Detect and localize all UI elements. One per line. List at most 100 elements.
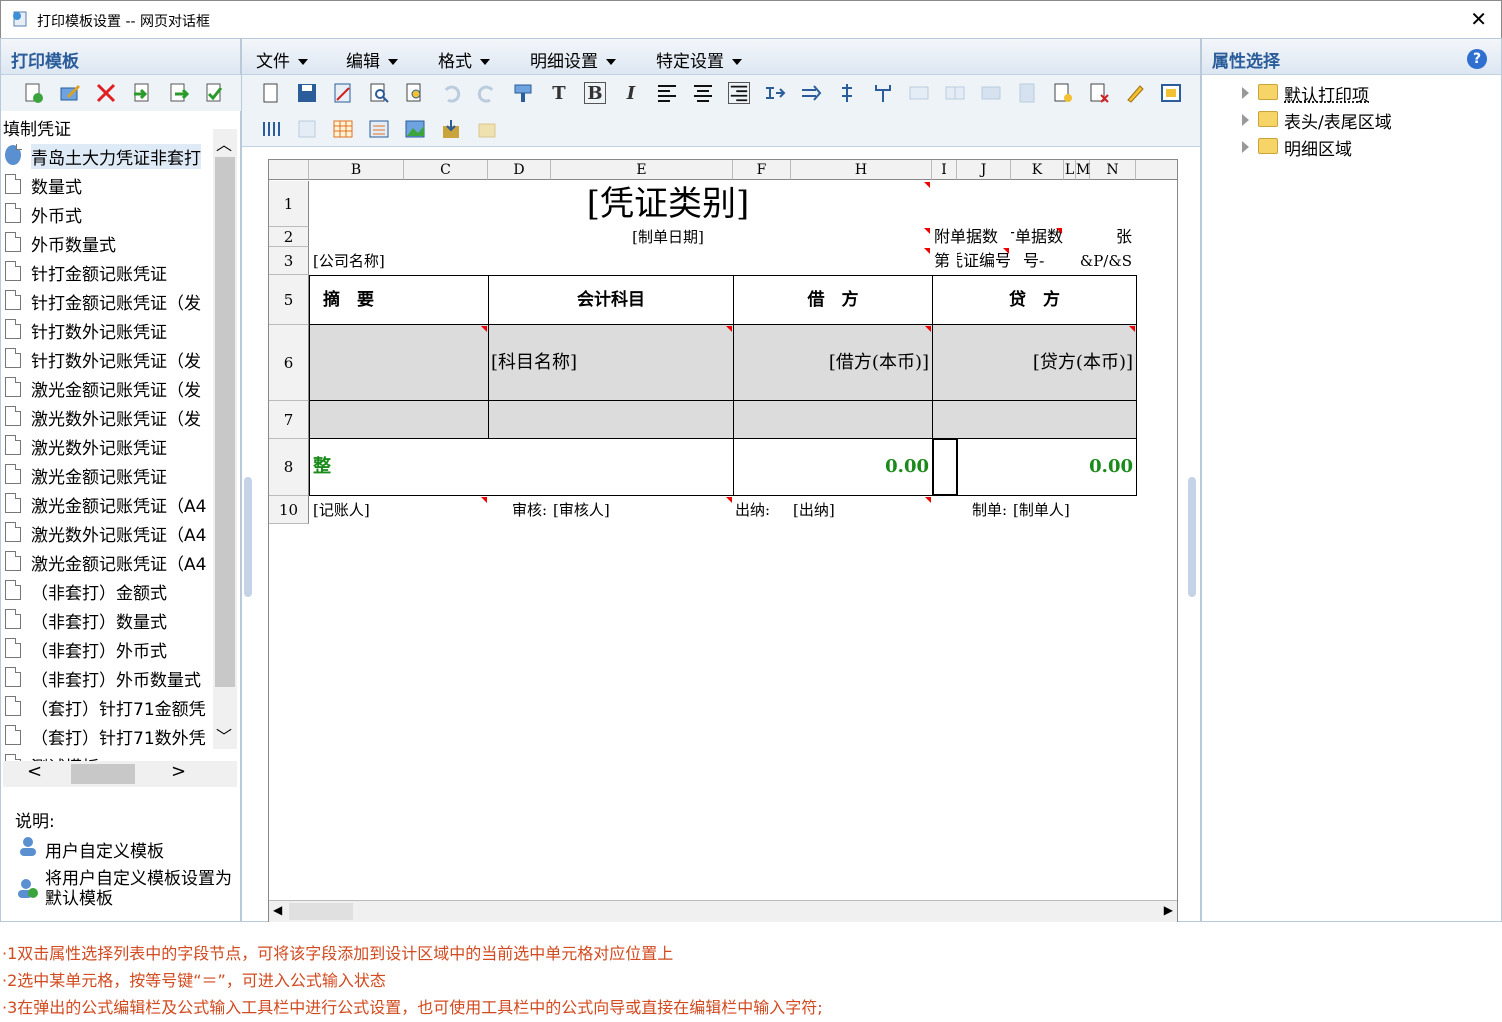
cell-sum-credit[interactable]: 0.00 — [959, 438, 1133, 496]
page-setup-icon[interactable] — [332, 82, 354, 104]
row-header-7[interactable]: 7 — [269, 401, 309, 439]
template-list-vscroll[interactable]: ︿ ﹀ — [213, 129, 237, 749]
sheet-scroll-right-icon[interactable]: ▶ — [1164, 903, 1173, 917]
insert-col-icon[interactable] — [800, 82, 822, 104]
row-header-6[interactable]: 6 — [269, 325, 309, 401]
cell-cashier-label[interactable]: 出纳: — [735, 496, 791, 524]
table-icon[interactable] — [332, 118, 354, 140]
col-header-n[interactable]: N — [1090, 160, 1136, 180]
cell-voucher-date[interactable]: [制单日期] — [404, 227, 932, 247]
sheet-hscroll-thumb[interactable] — [289, 903, 353, 920]
cell-maker-label[interactable]: 制单: — [934, 496, 1011, 524]
sheet-corner[interactable] — [269, 160, 309, 180]
scroll-down-icon[interactable]: ﹀ — [216, 723, 232, 747]
grid-disabled-icon[interactable] — [296, 118, 318, 140]
bold-icon[interactable]: B — [584, 82, 606, 104]
cell-row7-a[interactable] — [309, 400, 489, 439]
header-summary[interactable]: 摘 要 — [323, 275, 483, 325]
template-list-hscroll[interactable]: < > — [3, 761, 237, 787]
cell-zhang[interactable]: 张 — [1064, 227, 1136, 247]
template-item[interactable]: 激光金额记账凭证（发 — [3, 373, 215, 402]
template-item[interactable]: （套打）针打71金额凭 — [3, 692, 215, 721]
text-icon[interactable]: T — [548, 82, 570, 104]
cell-page[interactable]: &P/&S — [1064, 247, 1136, 275]
cell-di[interactable]: 第 — [934, 247, 957, 275]
cell-reviewer-label[interactable]: 审核: — [488, 496, 551, 524]
image-icon[interactable] — [404, 118, 426, 140]
properties-icon[interactable] — [1160, 82, 1182, 104]
cell-voucher-type[interactable]: [凭证类别] — [404, 181, 932, 227]
cell-maker[interactable]: [制单人] — [1013, 496, 1135, 524]
menu-format[interactable]: 格式 — [438, 47, 490, 72]
menu-file[interactable]: 文件 — [256, 47, 308, 72]
template-item[interactable]: 激光数外记账凭证 — [3, 431, 215, 460]
selected-cell[interactable] — [932, 438, 958, 496]
delete-row-icon[interactable] — [836, 82, 858, 104]
col-header-j[interactable]: J — [957, 160, 1011, 180]
row-header-5[interactable]: 5 — [269, 275, 309, 325]
template-item[interactable]: 青岛土大力凭证非套打 — [3, 141, 215, 170]
template-item[interactable]: 针打金额记账凭证（发 — [3, 286, 215, 315]
cell-total-words[interactable] — [309, 438, 734, 496]
cell-account-name[interactable]: [科目名称] — [491, 324, 731, 401]
row-header-3[interactable]: 3 — [269, 247, 309, 275]
col-header-b[interactable]: B — [309, 160, 404, 180]
cell-sum-debit[interactable]: 0.00 — [735, 438, 929, 496]
vscroll-thumb[interactable] — [215, 157, 235, 687]
col-header-h[interactable]: H — [791, 160, 932, 180]
header-debit[interactable]: 借 方 — [733, 275, 933, 325]
add-field-icon[interactable] — [1052, 82, 1074, 104]
scroll-left-icon[interactable]: < — [27, 761, 42, 782]
menu-special-settings[interactable]: 特定设置 — [656, 47, 742, 72]
col-header-m[interactable]: M — [1076, 160, 1090, 180]
template-item[interactable]: 数量式 — [3, 170, 215, 199]
header-credit[interactable]: 贷 方 — [932, 275, 1137, 325]
merge-cells-icon[interactable] — [908, 82, 930, 104]
align-center-icon[interactable] — [692, 82, 714, 104]
cell-zheng[interactable]: 整 — [313, 438, 331, 496]
cell-row7-b[interactable] — [488, 400, 734, 439]
sheet-hscroll[interactable]: ◀ ▶ — [269, 900, 1177, 922]
cell-row7-c[interactable] — [733, 400, 933, 439]
new-template-icon[interactable] — [23, 82, 45, 104]
cell-hao[interactable]: 号- — [1011, 247, 1064, 275]
template-item[interactable]: （非套打）金额式 — [3, 576, 215, 605]
right-splitter[interactable] — [1188, 477, 1196, 597]
col-header-l[interactable]: L — [1064, 160, 1076, 180]
row-height-icon[interactable] — [980, 82, 1002, 104]
header-account[interactable]: 会计科目 — [488, 275, 734, 325]
align-right-icon[interactable] — [728, 82, 750, 104]
row-header-2[interactable]: 2 — [269, 227, 309, 247]
formula-wizard-icon[interactable] — [1124, 82, 1146, 104]
cell-reviewer[interactable]: [审核人] — [553, 496, 731, 524]
template-item[interactable]: 针打数外记账凭证 — [3, 315, 215, 344]
cell-credit-amount[interactable]: [贷方(本币)] — [934, 324, 1133, 401]
cell-bookkeeper[interactable]: [记账人] — [311, 496, 487, 524]
menu-detail-settings[interactable]: 明细设置 — [530, 47, 616, 72]
row-header-10[interactable]: 10 — [269, 496, 309, 524]
cell-row7-d[interactable] — [932, 400, 1137, 439]
template-item[interactable]: 针打金额记账凭证 — [3, 257, 215, 286]
save-icon[interactable] — [296, 82, 318, 104]
col-header-c[interactable]: C — [404, 160, 488, 180]
template-item[interactable]: 激光金额记账凭证（A4 — [3, 547, 215, 576]
import-template-icon[interactable] — [440, 118, 462, 140]
columns-icon[interactable] — [260, 118, 282, 140]
col-header-k[interactable]: K — [1011, 160, 1064, 180]
undo-icon[interactable] — [440, 82, 462, 104]
align-left-icon[interactable] — [656, 82, 678, 104]
split-cells-icon[interactable] — [944, 82, 966, 104]
scroll-up-icon[interactable]: ︿ — [216, 131, 232, 155]
row-header-8[interactable]: 8 — [269, 439, 309, 496]
import-icon[interactable] — [131, 82, 153, 104]
find-icon[interactable] — [404, 82, 426, 104]
remove-field-icon[interactable] — [1088, 82, 1110, 104]
col-header-d[interactable]: D — [488, 160, 551, 180]
format-painter-icon[interactable] — [512, 82, 534, 104]
edit-template-icon[interactable] — [59, 82, 81, 104]
template-item[interactable]: 针打数外记账凭证（发 — [3, 344, 215, 373]
row-header-1[interactable]: 1 — [269, 181, 309, 227]
template-item[interactable]: （非套打）外币式 — [3, 634, 215, 663]
template-item[interactable]: （非套打）外币数量式 — [3, 663, 215, 692]
cell-attachment-label[interactable]: 附单据数 — [934, 227, 1010, 247]
